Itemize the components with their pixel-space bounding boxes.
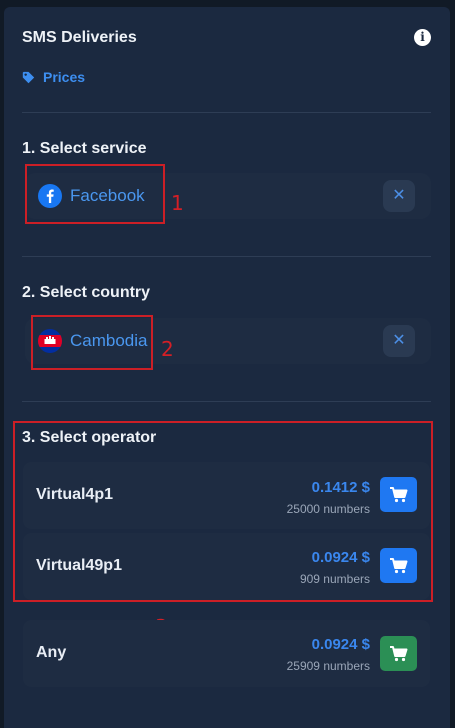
tag-icon: [22, 71, 35, 83]
divider: [22, 112, 431, 113]
info-icon[interactable]: i: [414, 29, 431, 46]
operator-price: 0.0924 $: [311, 636, 370, 653]
annotation-box-2: [31, 315, 153, 370]
annotation-box-3: [13, 421, 433, 602]
buy-button-any[interactable]: [380, 636, 417, 671]
cart-icon: [389, 645, 407, 661]
operator-count: 25909 numbers: [286, 659, 370, 673]
divider: [22, 256, 431, 257]
divider: [22, 401, 431, 402]
prices-link[interactable]: Prices: [22, 69, 85, 85]
country-heading: 2. Select country: [22, 284, 151, 301]
country-clear-button[interactable]: ✕: [383, 325, 415, 357]
service-clear-button[interactable]: ✕: [383, 180, 415, 212]
prices-label: Prices: [43, 69, 86, 85]
annotation-number-1: 1: [171, 191, 184, 215]
panel-title: SMS Deliveries: [22, 29, 137, 46]
operator-name: Any: [36, 644, 67, 661]
operator-row-any[interactable]: [23, 620, 430, 687]
service-heading: 1. Select service: [22, 140, 147, 157]
annotation-box-1: [25, 164, 165, 224]
annotation-number-2: 2: [161, 337, 174, 361]
